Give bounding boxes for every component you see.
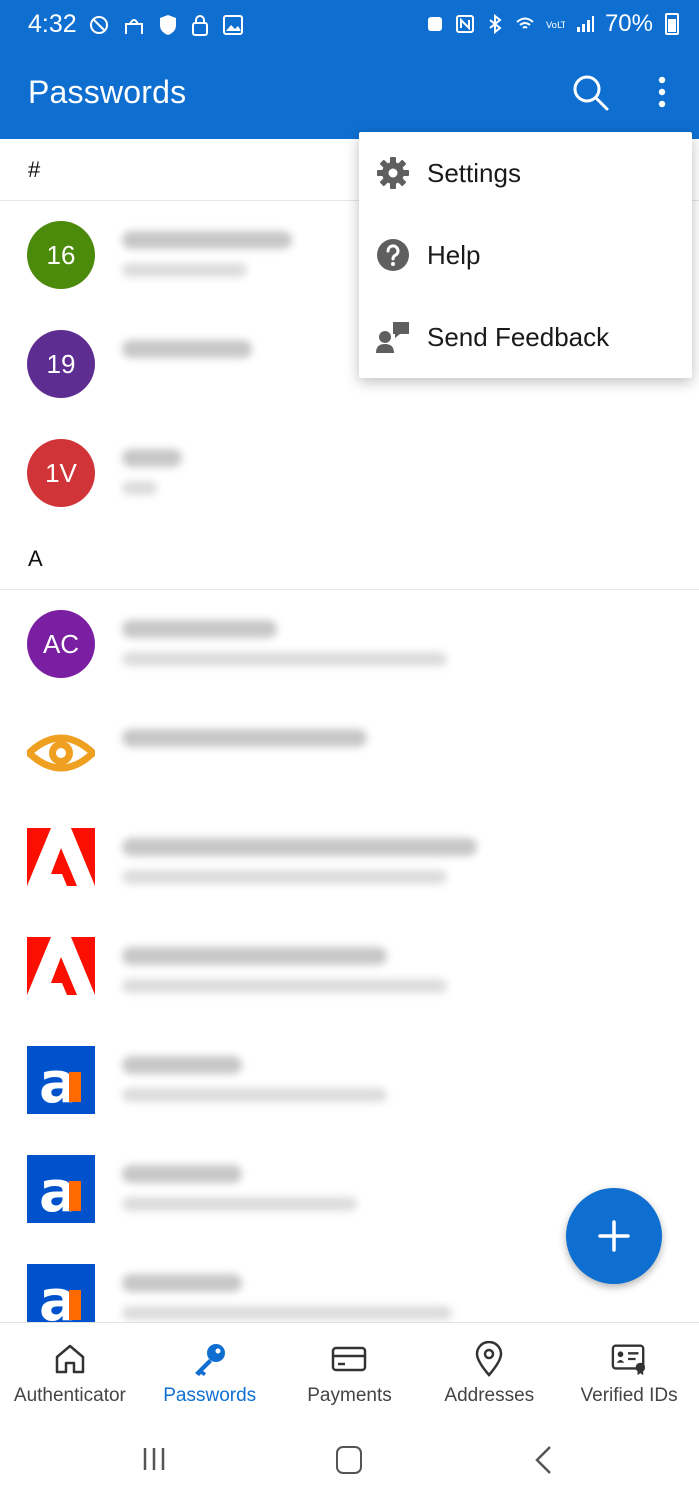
home-button-icon[interactable] xyxy=(336,1446,362,1474)
adobe-logo-icon xyxy=(27,937,95,1005)
blurred-username xyxy=(122,263,247,277)
id-card-icon xyxy=(611,1341,647,1377)
blurred-site-name xyxy=(122,1056,242,1074)
status-time: 4:32 xyxy=(28,10,77,38)
blurred-site-name xyxy=(122,340,252,358)
nav-label: Payments xyxy=(307,1385,392,1406)
nav-item-verified-ids[interactable]: Verified IDs xyxy=(559,1323,699,1422)
alarm-icon xyxy=(427,17,442,31)
menu-item-label: Send Feedback xyxy=(427,321,610,352)
avatar: AC xyxy=(27,610,95,678)
gear-icon xyxy=(375,155,411,191)
lock-icon xyxy=(192,15,208,36)
system-navigation-bar xyxy=(0,1422,699,1500)
a-orange-logo-icon: a xyxy=(27,1155,95,1223)
bottom-navigation: Authenticator Passwords Payments Address… xyxy=(0,1322,699,1422)
battery-icon xyxy=(665,13,679,35)
aperture-logo-icon xyxy=(27,734,95,772)
list-item[interactable] xyxy=(0,808,699,917)
menu-item-label: Settings xyxy=(427,157,521,188)
recent-apps-icon[interactable] xyxy=(141,1446,167,1472)
nav-item-addresses[interactable]: Addresses xyxy=(419,1323,559,1422)
nav-label: Authenticator xyxy=(13,1385,126,1406)
app-bar: 4:32 VoLTE 70% Passwords xyxy=(0,0,699,139)
blurred-site-name xyxy=(122,231,292,249)
volte-icon: VoLTE xyxy=(546,21,565,31)
more-vertical-icon[interactable] xyxy=(648,74,676,110)
overflow-menu: Settings Help Send Feedback xyxy=(359,132,692,378)
blurred-site-name xyxy=(122,620,277,638)
search-icon[interactable] xyxy=(570,72,610,112)
nav-label: Verified IDs xyxy=(580,1385,678,1406)
list-item[interactable] xyxy=(0,699,699,808)
help-circle-icon xyxy=(375,237,411,273)
feedback-icon xyxy=(375,319,411,355)
blurred-site-name xyxy=(122,1274,242,1292)
blurred-username xyxy=(122,1088,387,1102)
page-title: Passwords xyxy=(28,74,187,110)
wifi-icon xyxy=(516,17,534,29)
location-pin-icon xyxy=(471,1341,507,1377)
status-system-icons: VoLTE 70% xyxy=(425,10,679,38)
blurred-username xyxy=(122,481,157,495)
a-orange-logo-icon: a xyxy=(27,1046,95,1114)
nav-item-passwords[interactable]: Passwords xyxy=(140,1323,280,1422)
mosque-icon xyxy=(125,19,143,34)
nav-item-authenticator[interactable]: Authenticator xyxy=(0,1323,140,1422)
add-password-button[interactable] xyxy=(566,1188,662,1284)
nav-label: Passwords xyxy=(163,1385,257,1406)
notification-icon xyxy=(90,16,108,34)
list-item[interactable]: a xyxy=(0,1026,699,1135)
blurred-site-name xyxy=(122,729,367,747)
section-header-a: A xyxy=(0,528,699,590)
blurred-username xyxy=(122,1306,452,1320)
signal-icon xyxy=(576,16,594,32)
avatar: 19 xyxy=(27,330,95,398)
status-bar: 4:32 VoLTE 70% xyxy=(0,0,699,54)
card-icon xyxy=(331,1341,367,1377)
bluetooth-icon xyxy=(489,14,502,34)
menu-item-send-feedback[interactable]: Send Feedback xyxy=(359,296,692,378)
blurred-site-name xyxy=(122,1165,242,1183)
blurred-username xyxy=(122,979,447,993)
blurred-site-name xyxy=(122,449,182,467)
blurred-username xyxy=(122,1197,357,1211)
blurred-username xyxy=(122,652,447,666)
list-item[interactable]: AC xyxy=(0,590,699,699)
home-icon xyxy=(52,1341,88,1377)
blurred-site-name xyxy=(122,838,477,856)
back-icon[interactable] xyxy=(532,1444,556,1476)
svg-text:VoLTE: VoLTE xyxy=(546,21,565,31)
nav-label: Addresses xyxy=(444,1385,535,1406)
adobe-logo-icon xyxy=(27,828,95,896)
battery-percent: 70% xyxy=(604,10,653,37)
image-icon xyxy=(223,15,243,35)
blurred-site-name xyxy=(122,947,387,965)
list-item[interactable] xyxy=(0,917,699,1026)
nfc-icon xyxy=(455,15,474,33)
a-orange-logo-icon: a xyxy=(27,1264,95,1322)
plus-icon xyxy=(598,1220,630,1252)
list-item[interactable]: 1V xyxy=(0,419,699,528)
menu-item-help[interactable]: Help xyxy=(359,214,692,296)
menu-item-label: Help xyxy=(427,239,481,270)
nav-item-payments[interactable]: Payments xyxy=(280,1323,420,1422)
key-icon xyxy=(192,1341,228,1377)
status-notification-icons xyxy=(88,14,244,36)
shield-icon xyxy=(160,15,176,35)
blurred-username xyxy=(122,870,447,884)
menu-item-settings[interactable]: Settings xyxy=(359,132,692,214)
avatar: 1V xyxy=(27,439,95,507)
avatar: 16 xyxy=(27,221,95,289)
